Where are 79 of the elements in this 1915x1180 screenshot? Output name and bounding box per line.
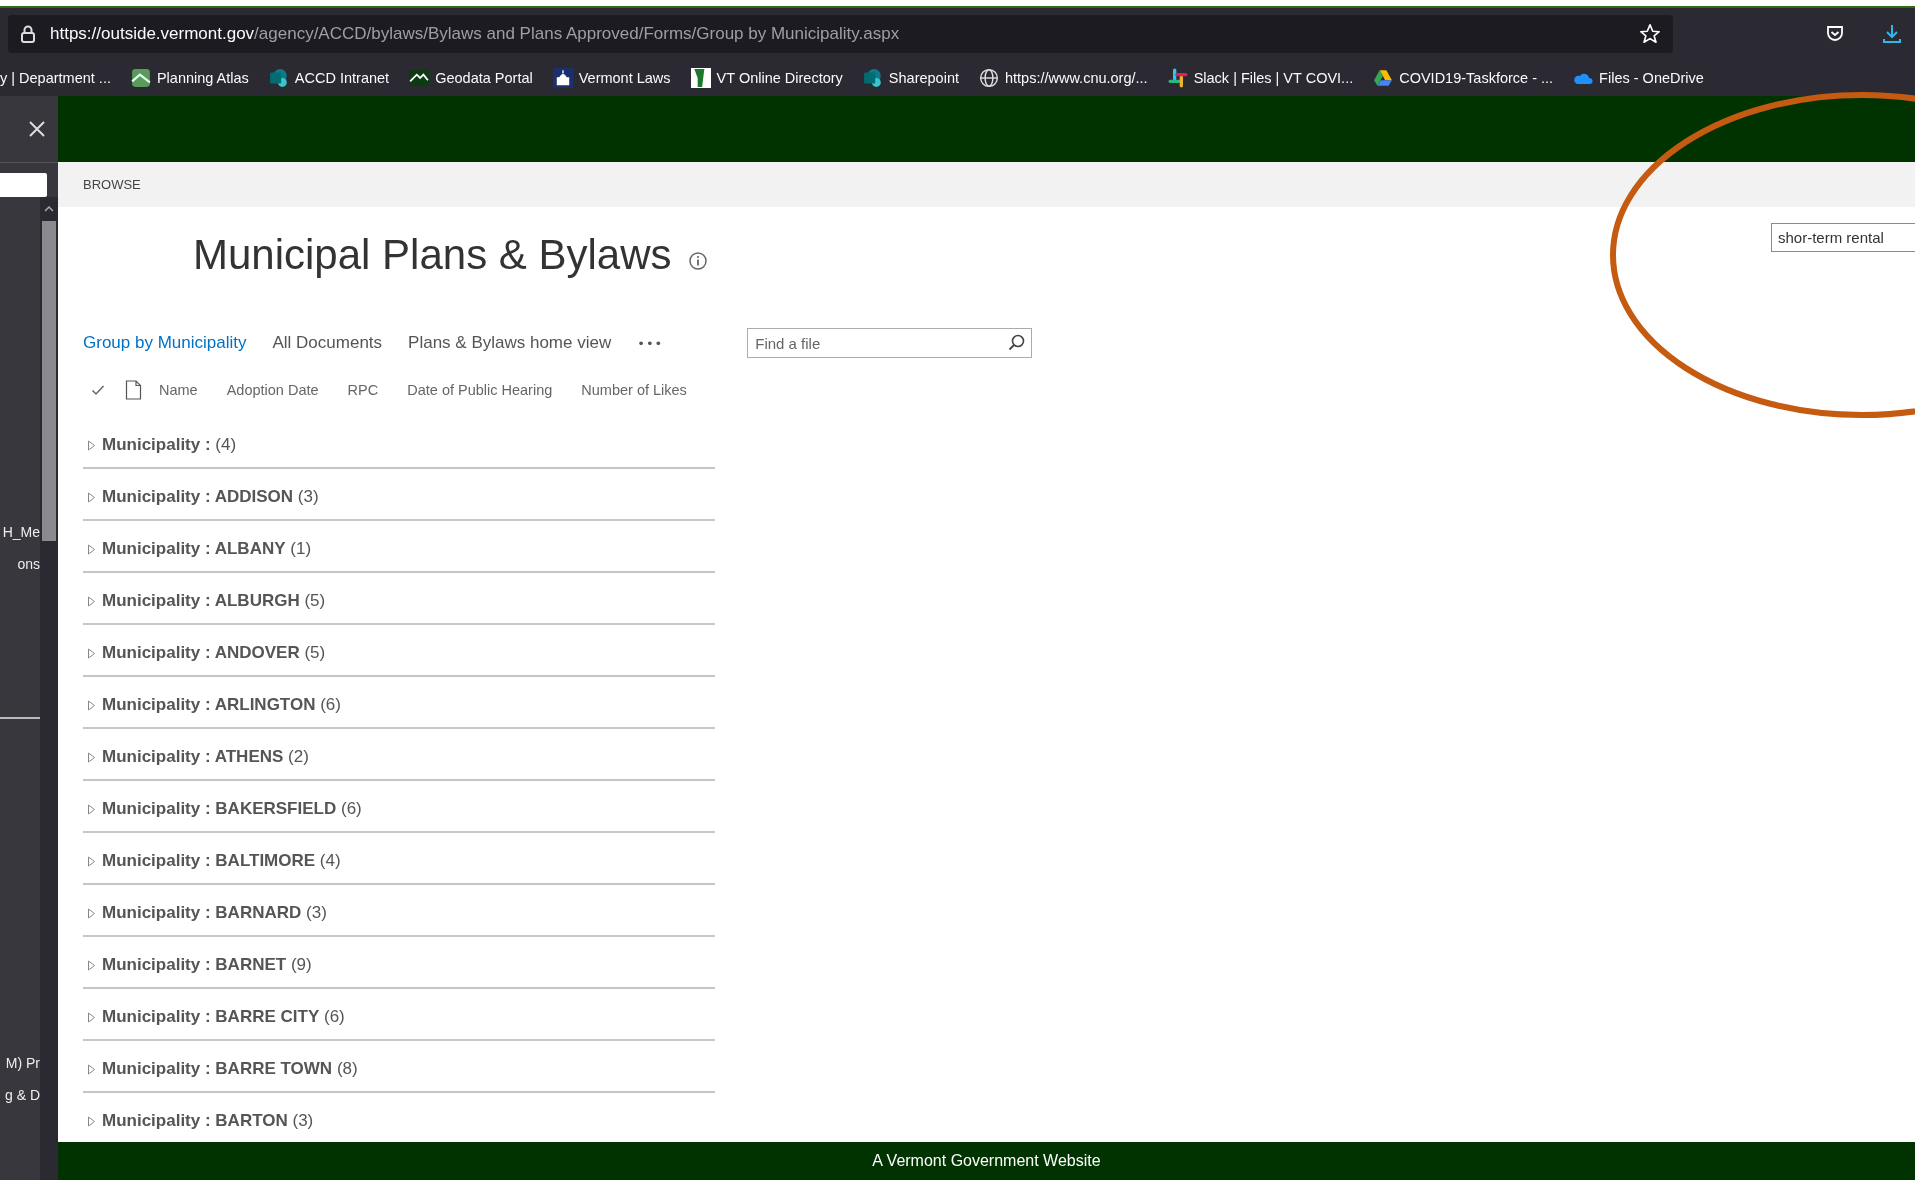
group-header[interactable]: Municipality : BARTON (3) — [102, 1111, 314, 1131]
bookmark-item[interactable]: COVID19-Taskforce - ... — [1373, 68, 1554, 88]
group-header[interactable]: Municipality : ANDOVER (5) — [102, 643, 326, 663]
group-header[interactable]: Municipality : ALBANY (1) — [102, 539, 312, 559]
expand-triangle-icon[interactable] — [87, 543, 96, 555]
capitol-icon — [552, 68, 573, 88]
expand-triangle-icon[interactable] — [87, 1115, 96, 1127]
column-header[interactable]: Date of Public Hearing — [407, 382, 553, 398]
bookmark-item[interactable]: ACCD Intranet — [268, 68, 390, 88]
column-header[interactable]: RPC — [347, 382, 379, 398]
url-text: https://outside.vermont.gov/agency/ACCD/bylaws/Bylaws and Plans Approved/Forms/Group by Municipality.aspx — [50, 24, 901, 44]
bookmark-item[interactable]: Vermont Laws — [552, 68, 671, 88]
column-header[interactable]: Name — [159, 382, 198, 398]
scrollbar[interactable] — [40, 197, 58, 1180]
check-icon[interactable] — [91, 383, 105, 397]
expand-triangle-icon[interactable] — [87, 1011, 96, 1023]
group-header[interactable]: Municipality : BARNET (9) — [102, 955, 312, 975]
mountain-icon — [409, 68, 430, 88]
map-icon — [130, 68, 151, 88]
expand-triangle-icon[interactable] — [87, 907, 96, 919]
panel-text: M) Pr — [5, 1055, 40, 1071]
expand-triangle-icon[interactable] — [87, 439, 96, 451]
find-file-field[interactable]: Find a file — [747, 328, 1033, 358]
globe-icon — [979, 68, 999, 88]
expand-triangle-icon[interactable] — [87, 1063, 96, 1075]
state-shape-icon — [690, 68, 711, 88]
bookmark-item[interactable]: Geodata Portal — [409, 68, 533, 88]
close-icon[interactable] — [28, 120, 46, 138]
expand-triangle-icon[interactable] — [87, 855, 96, 867]
bookmark-item[interactable]: Sharepoint — [862, 68, 959, 88]
download-icon[interactable] — [1881, 23, 1903, 45]
search-field[interactable]: shor-term rental — [1771, 223, 1915, 252]
expand-triangle-icon[interactable] — [87, 647, 96, 659]
ribbon-tab[interactable]: BROWSE — [83, 177, 141, 192]
sharepoint-icon — [268, 68, 289, 88]
bookmark-item[interactable]: y | Department ... — [0, 70, 111, 86]
document-icon — [125, 380, 142, 400]
sharepoint-icon — [862, 68, 883, 88]
bookmark-item[interactable]: Planning Atlas — [130, 68, 249, 88]
group-header[interactable]: Municipality : BARRE TOWN (8) — [102, 1059, 358, 1079]
address-bar[interactable]: https://outside.vermont.gov/agency/ACCD/bylaws/Bylaws and Plans Approved/Forms/Group by Municipality.aspx — [8, 15, 1673, 53]
group-header[interactable]: Municipality : ADDISON (3) — [102, 487, 319, 507]
group-header[interactable]: Municipality : BAKERSFIELD (6) — [102, 799, 362, 819]
group-header[interactable]: Municipality : BARRE CITY (6) — [102, 1007, 345, 1027]
panel-text: ons — [17, 556, 40, 572]
footer-text: A Vermont Government Website — [872, 1152, 1101, 1170]
drive-icon — [1373, 68, 1394, 88]
expand-triangle-icon[interactable] — [87, 751, 96, 763]
slack-icon — [1167, 68, 1188, 88]
bookmark-item[interactable]: Files - OneDrive — [1573, 68, 1704, 88]
view-tab[interactable]: Plans & Bylaws home view — [408, 333, 612, 353]
pocket-icon[interactable] — [1825, 24, 1845, 44]
expand-triangle-icon[interactable] — [87, 803, 96, 815]
group-header[interactable]: Municipality : BARNARD (3) — [102, 903, 327, 923]
panel-text: H_Me — [2, 524, 40, 540]
group-header[interactable]: Municipality : (4) — [102, 435, 237, 455]
bookmark-item[interactable]: https://www.cnu.org/... — [979, 68, 1148, 88]
bookmark-item[interactable]: Slack | Files | VT COVI... — [1167, 68, 1354, 88]
page-title: Municipal Plans & Bylaws — [193, 231, 672, 279]
group-header[interactable]: Municipality : ALBURGH (5) — [102, 591, 326, 611]
info-icon[interactable] — [687, 251, 708, 271]
group-header[interactable]: Municipality : ARLINGTON (6) — [102, 695, 341, 715]
lock-icon — [20, 24, 36, 44]
expand-triangle-icon[interactable] — [87, 491, 96, 503]
panel-text: g & D — [5, 1087, 40, 1103]
expand-triangle-icon[interactable] — [87, 595, 96, 607]
group-header[interactable]: Municipality : ATHENS (2) — [102, 747, 309, 767]
search-icon[interactable] — [1008, 334, 1026, 351]
input-field[interactable] — [0, 173, 47, 197]
column-header[interactable]: Adoption Date — [226, 382, 319, 398]
expand-triangle-icon[interactable] — [87, 699, 96, 711]
view-tab[interactable]: All Documents — [272, 333, 383, 353]
group-header[interactable]: Municipality : BALTIMORE (4) — [102, 851, 341, 871]
expand-triangle-icon[interactable] — [87, 959, 96, 971]
bookmark-star-icon[interactable] — [1639, 23, 1661, 45]
column-header[interactable]: Number of Likes — [581, 382, 687, 398]
view-tab[interactable]: Group by Municipality — [83, 333, 247, 353]
bookmark-item[interactable]: VT Online Directory — [690, 68, 843, 88]
more-options-button[interactable]: ••• — [637, 335, 664, 351]
